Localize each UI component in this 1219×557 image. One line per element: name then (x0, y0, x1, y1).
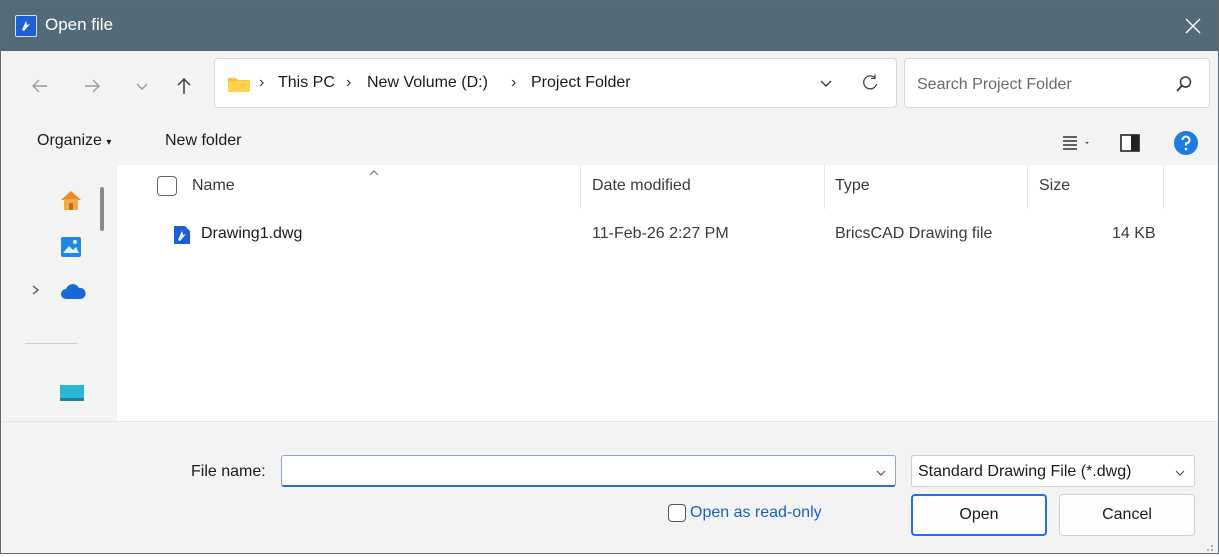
search-box[interactable]: Search Project Folder (904, 58, 1210, 108)
preview-pane-icon (1120, 134, 1140, 152)
navigation-pane (1, 165, 117, 421)
expand-onedrive-toggle[interactable] (29, 283, 43, 302)
breadcrumb-separator: › (346, 74, 352, 91)
home-icon (61, 191, 81, 210)
file-name-history-dropdown[interactable] (875, 466, 887, 478)
file-date-modified: 11-Feb-26 2:27 PM (592, 225, 729, 242)
chevron-down-icon (820, 80, 832, 87)
cloud-icon (61, 284, 86, 299)
column-header-date-modified[interactable]: Date modified (592, 177, 691, 195)
refresh-icon (863, 74, 878, 90)
open-read-only-option[interactable]: Open as read-only (668, 504, 822, 522)
address-bar[interactable]: › This PC › New Volume (D:) › Project Fo… (214, 58, 897, 108)
open-read-only-label[interactable]: Open as read-only (690, 504, 822, 522)
file-type-filter-select[interactable]: Standard Drawing File (*.dwg) (911, 455, 1195, 487)
chevron-down-icon (136, 83, 148, 90)
sidebar-divider (25, 343, 77, 344)
command-bar: Organize ▾ New folder (1, 119, 1218, 165)
arrow-right-icon (85, 79, 100, 93)
select-all-checkbox[interactable] (157, 176, 177, 196)
sidebar-scrollbar[interactable] (100, 187, 104, 231)
breadcrumb-project-folder[interactable]: Project Folder (531, 74, 631, 92)
forward-button[interactable] (81, 75, 103, 97)
sidebar-item-onedrive[interactable] (59, 283, 87, 306)
dropdown-arrow-icon: ▾ (106, 137, 112, 148)
column-header-type[interactable]: Type (835, 177, 870, 195)
close-button[interactable] (1178, 11, 1208, 41)
computer-icon (60, 385, 84, 401)
dialog-footer: File name: Standard Drawing File (*.dwg)… (1, 421, 1218, 553)
breadcrumb-new-volume[interactable]: New Volume (D:) (367, 74, 488, 92)
dwg-file-icon (173, 225, 191, 245)
column-divider[interactable] (1163, 165, 1164, 209)
search-placeholder: Search Project Folder (917, 76, 1072, 93)
refresh-button[interactable] (860, 73, 880, 93)
sidebar-item-gallery[interactable] (59, 235, 83, 264)
back-button[interactable] (29, 75, 51, 97)
search-icon (1175, 75, 1193, 93)
sidebar-item-this-pc[interactable] (59, 383, 85, 408)
open-button[interactable]: Open (911, 494, 1047, 536)
folder-icon (227, 75, 251, 93)
resize-grip-icon[interactable] (1204, 539, 1214, 551)
breadcrumb-this-pc[interactable]: This PC (278, 74, 335, 92)
organize-label: Organize (37, 132, 102, 149)
address-history-dropdown[interactable] (818, 75, 834, 91)
arrow-up-icon (177, 78, 191, 94)
file-name-input[interactable] (281, 455, 896, 487)
file-name-label: File name: (191, 463, 266, 480)
breadcrumb-separator: › (259, 74, 265, 91)
gallery-icon (61, 237, 81, 257)
change-view-button[interactable] (1061, 132, 1101, 154)
table-row[interactable]: Drawing1.dwg 11-Feb-26 2:27 PM BricsCAD … (117, 215, 1177, 255)
sort-ascending-icon (367, 165, 381, 183)
column-divider[interactable] (580, 165, 581, 209)
list-view-icon (1063, 136, 1089, 150)
cancel-button[interactable]: Cancel (1059, 494, 1195, 536)
preview-pane-button[interactable] (1119, 132, 1141, 154)
column-header-size[interactable]: Size (1039, 177, 1070, 195)
column-divider[interactable] (1027, 165, 1028, 209)
chevron-down-icon (876, 470, 886, 476)
title-bar: Open file (1, 1, 1218, 51)
sidebar-item-home[interactable] (59, 189, 83, 216)
arrow-left-icon (32, 79, 47, 93)
file-list: Name Date modified Type Size Drawing1.dw… (117, 165, 1218, 421)
window-title: Open file (45, 15, 114, 34)
file-name: Drawing1.dwg (201, 225, 303, 242)
close-icon (1185, 18, 1201, 34)
recent-locations-button[interactable] (131, 75, 153, 97)
help-button[interactable] (1173, 130, 1199, 156)
chevron-down-icon (1174, 466, 1186, 478)
chevron-right-icon (32, 285, 40, 295)
help-icon (1174, 131, 1198, 155)
column-divider[interactable] (824, 165, 825, 209)
up-button[interactable] (173, 75, 195, 97)
new-folder-button[interactable]: New folder (165, 132, 241, 150)
file-type-filter-value: Standard Drawing File (*.dwg) (918, 463, 1132, 480)
organize-menu[interactable]: Organize ▾ (37, 132, 111, 150)
bricscad-app-icon (15, 15, 37, 37)
open-file-dialog: Open file › This PC › New Volume (D:) › … (0, 0, 1219, 554)
open-read-only-checkbox[interactable] (668, 504, 686, 522)
column-header-name[interactable]: Name (192, 177, 235, 195)
file-size: 14 KB (1112, 225, 1156, 242)
file-type: BricsCAD Drawing file (835, 225, 993, 242)
breadcrumb-separator: › (511, 74, 517, 91)
